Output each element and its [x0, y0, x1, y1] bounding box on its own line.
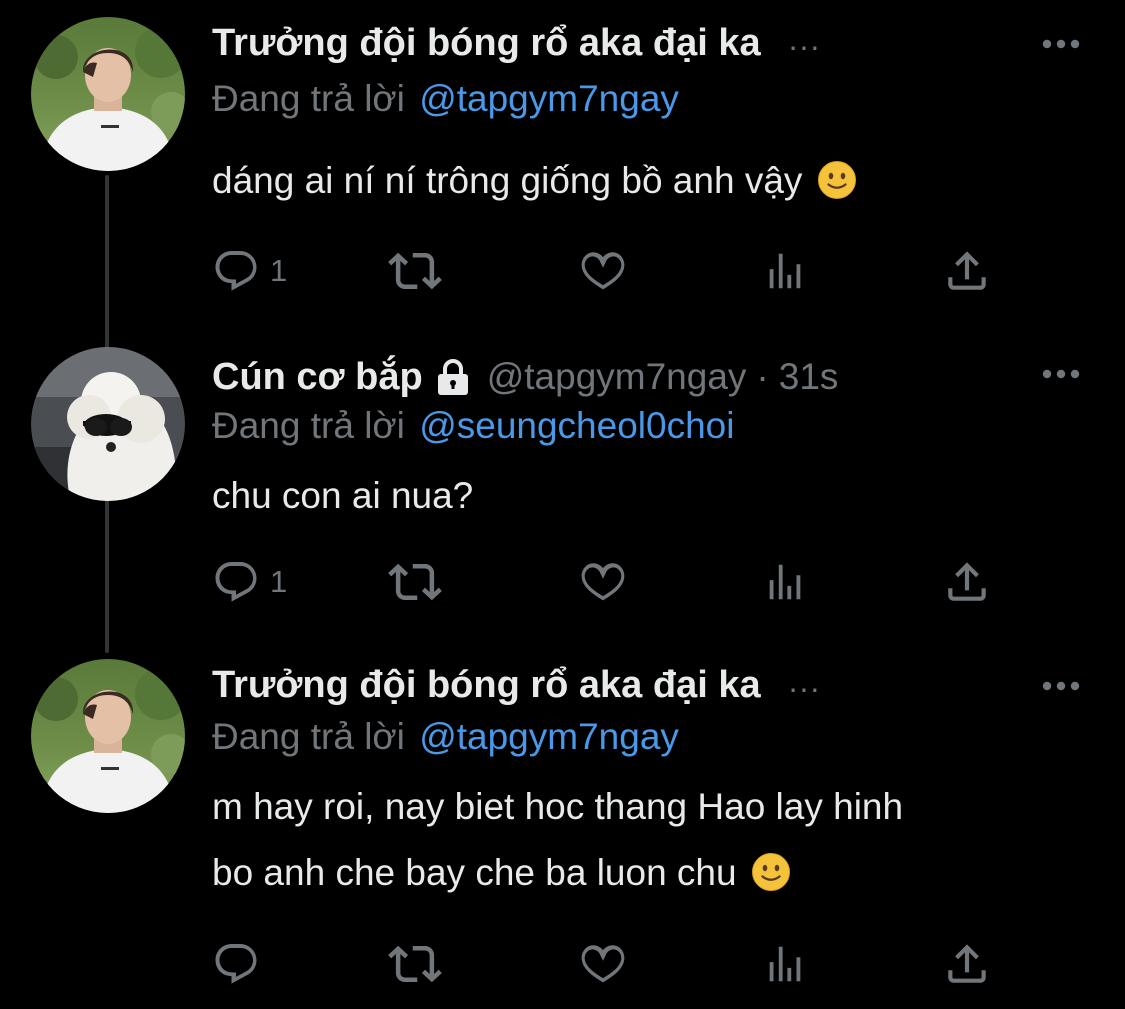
reply-count: 1	[270, 253, 288, 288]
action-bar: 1	[212, 246, 1002, 296]
tweet-text: m hay roi, nay biet hoc thang Hao lay hi…	[212, 774, 1092, 906]
reply-prefix: Đang trả lời	[212, 716, 405, 757]
analytics-icon	[762, 248, 808, 294]
share-icon	[942, 246, 992, 296]
like-icon	[578, 557, 628, 607]
slightly-smiling-face-icon	[817, 160, 857, 200]
tweet-text-content: chu con ai nua?	[212, 475, 474, 516]
tweet-text: chu con ai nua?	[212, 463, 1092, 529]
avatar-person-icon	[31, 17, 185, 171]
avatar[interactable]	[31, 17, 185, 171]
reply-button[interactable]: 1	[212, 557, 287, 607]
reply-icon	[212, 247, 260, 295]
reply-button[interactable]	[212, 939, 260, 989]
avatar-dog-icon	[31, 347, 185, 501]
tweet-text-line-2: bo anh che bay che ba luon chu	[212, 852, 737, 893]
display-name[interactable]: Cún cơ bắp	[212, 356, 423, 399]
more-icon[interactable]	[1041, 680, 1081, 692]
analytics-button[interactable]	[762, 557, 808, 607]
tweet-text-line-1: m hay roi, nay biet hoc thang Hao lay hi…	[212, 786, 904, 827]
timestamp[interactable]: 31s	[779, 356, 839, 398]
retweet-button[interactable]	[388, 557, 442, 607]
replying-to: Đang trả lời @seungcheol0choi	[212, 405, 734, 447]
like-button[interactable]	[578, 246, 628, 296]
avatar[interactable]	[31, 347, 185, 501]
reply-prefix: Đang trả lời	[212, 78, 405, 119]
analytics-icon	[762, 559, 808, 605]
like-icon	[578, 939, 628, 989]
analytics-icon	[762, 941, 808, 987]
avatar-person-icon	[31, 659, 185, 813]
more-icon[interactable]	[1041, 38, 1081, 50]
handle[interactable]: @tapgym7ngay	[487, 356, 747, 398]
tweet-header: Cún cơ bắp @tapgym7ngay · 31s	[212, 349, 838, 405]
reply-prefix: Đang trả lời	[212, 405, 405, 446]
separator: ·	[756, 356, 769, 397]
name-truncation: ...	[788, 662, 822, 699]
share-button[interactable]	[942, 939, 992, 989]
replying-to: Đang trả lời @tapgym7ngay	[212, 78, 679, 120]
retweet-icon	[388, 244, 442, 298]
analytics-button[interactable]	[762, 246, 808, 296]
tweet-text-content: dáng ai ní ní trông giống bồ anh vậy	[212, 160, 803, 201]
display-name[interactable]: Trưởng đội bóng rổ aka đại ka	[212, 22, 761, 65]
reply-icon	[212, 940, 260, 988]
tweet-header: Trưởng đội bóng rổ aka đại ka ...	[212, 15, 821, 71]
display-name[interactable]: Trưởng đội bóng rổ aka đại ka	[212, 664, 761, 707]
reply-mention[interactable]: @seungcheol0choi	[419, 405, 734, 446]
reply-mention[interactable]: @tapgym7ngay	[419, 716, 679, 757]
like-button[interactable]	[578, 939, 628, 989]
share-button[interactable]	[942, 246, 992, 296]
name-truncation: ...	[788, 20, 822, 57]
reply-count: 1	[270, 564, 288, 599]
thread: Trưởng đội bóng rổ aka đại ka ... Đang t…	[0, 0, 1125, 1009]
more-icon[interactable]	[1041, 368, 1081, 380]
replying-to: Đang trả lời @tapgym7ngay	[212, 716, 679, 758]
slightly-smiling-face-icon	[751, 852, 791, 892]
retweet-icon	[388, 937, 442, 991]
share-icon	[942, 557, 992, 607]
retweet-button[interactable]	[388, 246, 442, 296]
lock-icon	[437, 359, 468, 395]
share-icon	[942, 939, 992, 989]
action-bar: 1	[212, 557, 1002, 607]
reply-mention[interactable]: @tapgym7ngay	[419, 78, 679, 119]
analytics-button[interactable]	[762, 939, 808, 989]
share-button[interactable]	[942, 557, 992, 607]
retweet-button[interactable]	[388, 939, 442, 989]
like-icon	[578, 246, 628, 296]
reply-icon	[212, 558, 260, 606]
tweet-text: dáng ai ní ní trông giống bồ anh vậy	[212, 148, 1092, 214]
avatar[interactable]	[31, 659, 185, 813]
retweet-icon	[388, 555, 442, 609]
tweet-header: Trưởng đội bóng rổ aka đại ka ...	[212, 657, 821, 713]
reply-button[interactable]: 1	[212, 246, 287, 296]
action-bar	[212, 939, 1002, 989]
like-button[interactable]	[578, 557, 628, 607]
tweet-text-line-2-wrap: bo anh che bay che ba luon chu	[212, 840, 1092, 906]
